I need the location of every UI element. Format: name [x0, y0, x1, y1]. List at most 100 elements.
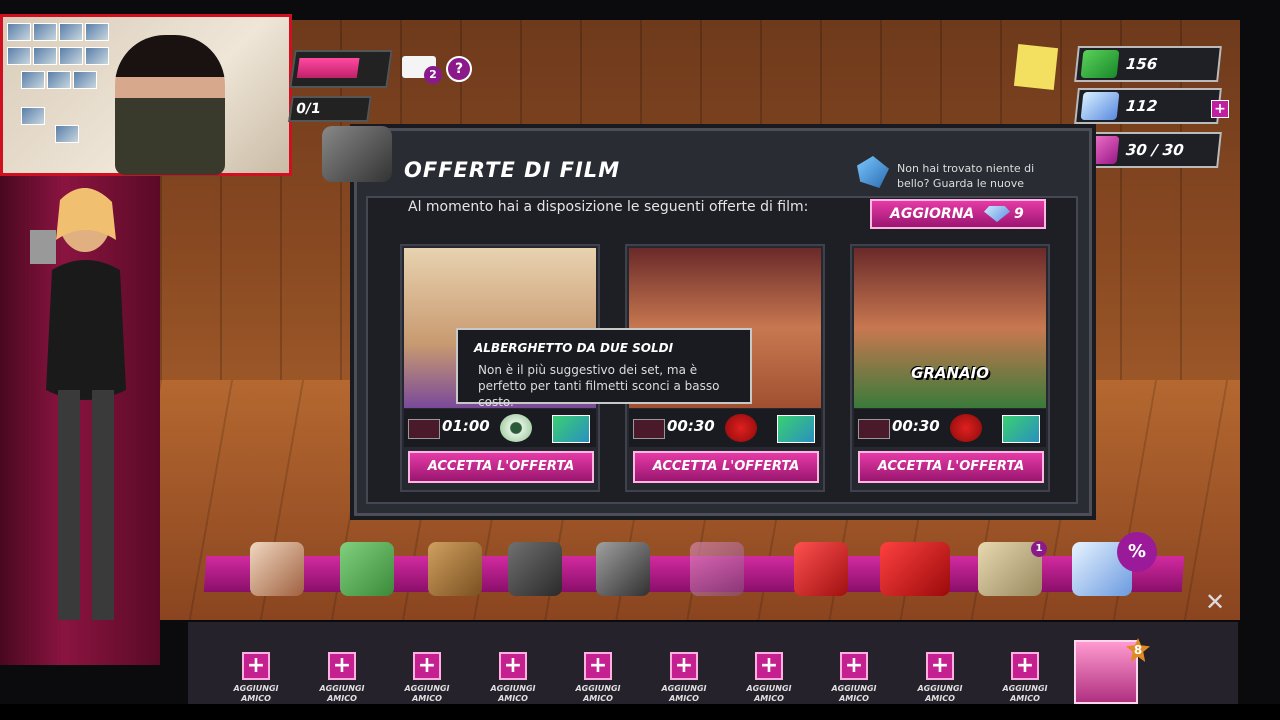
soda-can-icon[interactable]: [794, 542, 848, 596]
add-friend-slot[interactable]: + AGGIUNGI AMICO: [226, 652, 286, 710]
plus-icon: +: [840, 652, 868, 680]
plus-icon: +: [926, 652, 954, 680]
energy-value: 30 / 30: [1125, 141, 1185, 159]
eye-icon: [500, 414, 532, 442]
add-friend-slot[interactable]: + AGGIUNGI AMICO: [397, 652, 457, 710]
tooltip-text: Non è il più suggestivo dei set, ma è pe…: [478, 363, 720, 409]
wall-photo: [33, 23, 57, 41]
quest-counter: 0/1: [288, 96, 372, 122]
dialog-subtitle: Al momento hai a disposizione le seguent…: [408, 199, 809, 215]
laptop-icon[interactable]: [690, 542, 744, 596]
red-bed-icon[interactable]: [880, 542, 950, 596]
accept-offer-button[interactable]: ACCETTA L'OFFERTA: [408, 451, 594, 483]
diamond-icon: [984, 206, 1010, 222]
dialog-title: OFFERTE DI FILM: [404, 158, 621, 182]
energy-counter: 30 / 30: [1074, 132, 1222, 168]
accept-offer-button[interactable]: ACCETTA L'OFFERTA: [858, 451, 1044, 483]
plus-icon: +: [755, 652, 783, 680]
cash-counter: 156: [1074, 46, 1222, 82]
level-progress-bar: [289, 50, 393, 88]
level-progress-fill: [296, 58, 360, 78]
mail-badge: 2: [424, 66, 442, 84]
film-strip-icon: [633, 419, 665, 439]
sale-badge[interactable]: %: [1117, 532, 1157, 572]
add-friend-label: AGGIUNGI AMICO: [917, 684, 963, 703]
wall-photo: [7, 23, 31, 41]
bag-icon[interactable]: [428, 542, 482, 596]
cash-value: 156: [1125, 55, 1159, 73]
gift-icon: [552, 415, 590, 443]
plus-icon: +: [584, 652, 612, 680]
wall-photo: [85, 47, 109, 65]
plus-icon: +: [499, 652, 527, 680]
plus-icon: +: [242, 652, 270, 680]
offer-card: GRANAIO 00:30 ACCETTA L'OFFERTA: [850, 244, 1050, 492]
add-diamonds-button[interactable]: +: [1211, 100, 1229, 118]
add-friend-label: AGGIUNGI AMICO: [404, 684, 450, 703]
add-friend-label: AGGIUNGI AMICO: [319, 684, 365, 703]
add-friend-label: AGGIUNGI AMICO: [831, 684, 877, 703]
wall-photo: [33, 47, 57, 65]
add-friend-slot[interactable]: + AGGIUNGI AMICO: [995, 652, 1055, 710]
map-icon[interactable]: [340, 542, 394, 596]
plus-icon: +: [670, 652, 698, 680]
add-friend-label: AGGIUNGI AMICO: [490, 684, 536, 703]
add-friend-slot[interactable]: + AGGIUNGI AMICO: [654, 652, 714, 710]
add-friend-slot[interactable]: + AGGIUNGI AMICO: [739, 652, 799, 710]
offer-duration: 01:00: [442, 417, 490, 435]
add-friend-label: AGGIUNGI AMICO: [746, 684, 792, 703]
refresh-hint: Non hai trovato niente di bello? Guarda …: [897, 162, 1035, 190]
add-friend-label: AGGIUNGI AMICO: [661, 684, 707, 703]
wall-photo: [21, 71, 45, 89]
refresh-cost: 9: [1014, 206, 1024, 222]
add-friend-slot[interactable]: + AGGIUNGI AMICO: [824, 652, 884, 710]
add-friend-label: AGGIUNGI AMICO: [575, 684, 621, 703]
gift-icon: [1002, 415, 1040, 443]
plus-icon: +: [328, 652, 356, 680]
tooltip-title: ALBERGHETTO DA DUE SOLDI: [474, 341, 674, 355]
profile-book-icon[interactable]: [250, 542, 304, 596]
offer-stats: 00:30: [629, 409, 821, 447]
add-friend-label: AGGIUNGI AMICO: [233, 684, 279, 703]
cash-icon: [1080, 50, 1120, 78]
podium-badge: 1: [1031, 541, 1047, 557]
accept-offer-button[interactable]: ACCETTA L'OFFERTA: [633, 451, 819, 483]
set-artwork: [854, 248, 1046, 408]
camera-icon[interactable]: [596, 542, 650, 596]
diamond-value: 112: [1125, 97, 1159, 115]
wall-photo: [73, 71, 97, 89]
bottom-letterbox: [0, 704, 1280, 720]
set-name: GRANAIO: [911, 364, 989, 382]
model-portrait[interactable]: [1074, 640, 1138, 704]
gift-icon: [777, 415, 815, 443]
wall-photo: [59, 47, 83, 65]
wrench-icon[interactable]: ✕: [1205, 590, 1231, 614]
heart-icon: [950, 414, 982, 442]
add-friend-slot[interactable]: + AGGIUNGI AMICO: [483, 652, 543, 710]
add-friend-slot[interactable]: + AGGIUNGI AMICO: [910, 652, 970, 710]
refresh-button-label: AGGIORNA: [890, 206, 975, 222]
add-friend-slot[interactable]: + AGGIUNGI AMICO: [568, 652, 628, 710]
offer-stats: 00:30: [854, 409, 1046, 447]
glove-icon[interactable]: [508, 542, 562, 596]
wall-photo: [55, 125, 79, 143]
help-icon[interactable]: ?: [446, 56, 472, 82]
streamer: [115, 35, 225, 175]
add-friend-label: AGGIUNGI AMICO: [1002, 684, 1048, 703]
hostess-character: [30, 187, 126, 620]
sticky-note-icon[interactable]: [1013, 44, 1059, 90]
offer-stats: 01:00: [404, 409, 596, 447]
wall-photo: [7, 47, 31, 65]
offer-duration: 00:30: [892, 417, 940, 435]
webcam-overlay: [0, 14, 292, 176]
offer-duration: 00:30: [667, 417, 715, 435]
diamond-icon: [1080, 92, 1120, 120]
refresh-offers-button[interactable]: AGGIORNA 9: [870, 199, 1046, 229]
video-camera-icon: [322, 126, 392, 182]
plus-icon: +: [1011, 652, 1039, 680]
wall-photo: [21, 107, 45, 125]
film-strip-icon: [858, 419, 890, 439]
wall-photo: [59, 23, 83, 41]
add-friend-slot[interactable]: + AGGIUNGI AMICO: [312, 652, 372, 710]
film-strip-icon: [408, 419, 440, 439]
